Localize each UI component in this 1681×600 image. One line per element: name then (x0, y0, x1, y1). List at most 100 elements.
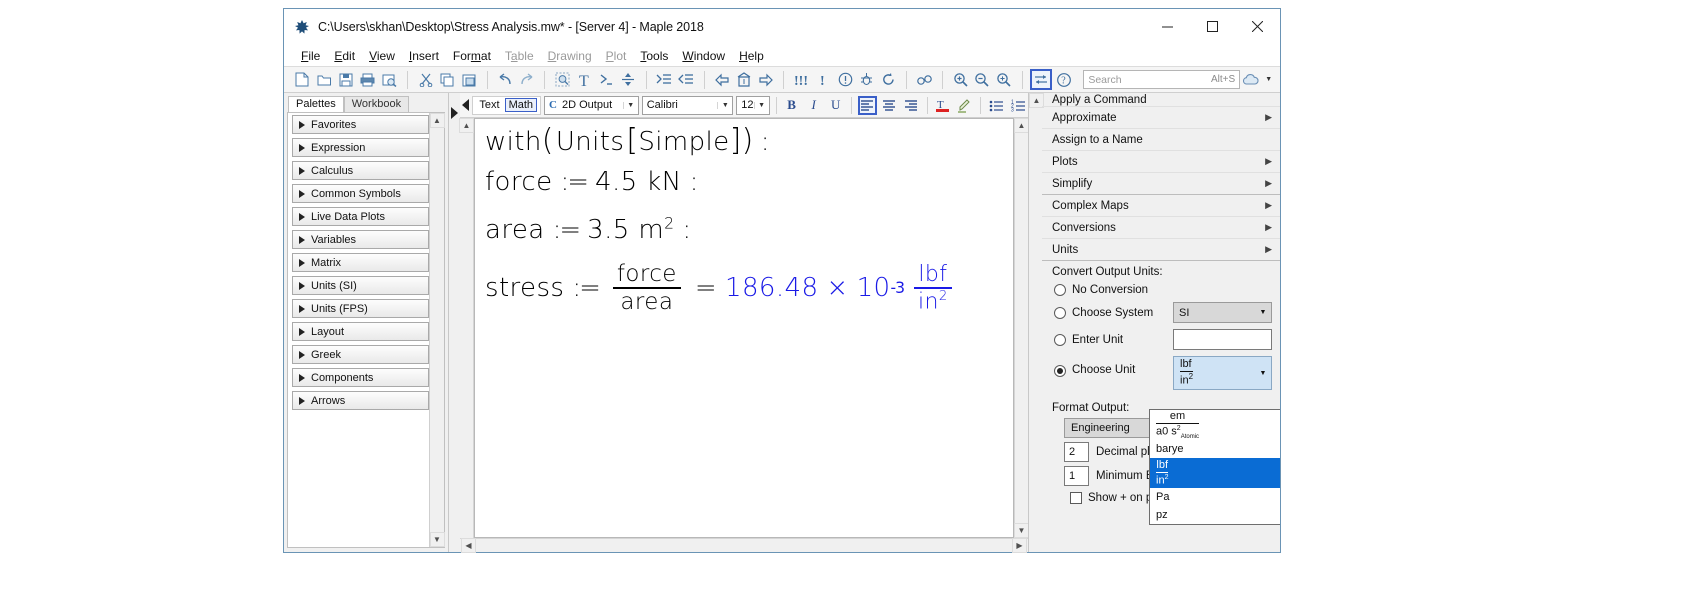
open-folder-icon[interactable] (314, 69, 335, 90)
system-combo[interactable]: SI ▼ (1173, 302, 1272, 323)
chevron-down-icon[interactable]: ▼ (1255, 309, 1271, 316)
palette-item-units-fps[interactable]: Units (FPS) (292, 299, 429, 318)
worksheet-canvas[interactable]: with(Units[Simple]): force:=4.5 kN: area… (474, 118, 1014, 538)
math-mode-icon[interactable] (596, 69, 617, 90)
outdent-icon[interactable] (676, 69, 697, 90)
chevron-down-icon[interactable]: ▼ (717, 102, 732, 109)
palette-item-expression[interactable]: Expression (292, 138, 429, 157)
home-icon[interactable] (733, 69, 754, 90)
document-horizontal-scrollbar[interactable]: ◀ ▶ (460, 538, 1028, 552)
context-item-approximate[interactable]: Approximate ▶ (1042, 107, 1280, 129)
scroll-right-icon[interactable]: ▶ (1012, 538, 1027, 553)
radio-row-choose-system[interactable]: Choose System SI ▼ (1042, 299, 1280, 326)
context-item-conversions[interactable]: Conversions ▶ (1042, 217, 1280, 239)
left-splitter[interactable] (449, 93, 460, 552)
paste-icon[interactable] (459, 69, 480, 90)
align-center-icon[interactable] (880, 96, 899, 115)
debug-icon[interactable] (857, 69, 878, 90)
toggle-panel-icon[interactable] (1030, 69, 1053, 90)
restart-server-icon[interactable] (878, 69, 899, 90)
font-combo[interactable]: Calibri ▼ (642, 96, 734, 115)
decimal-places-input[interactable]: 2 (1064, 442, 1089, 462)
context-item-assign-to-a-name[interactable]: Assign to a Name (1042, 129, 1280, 151)
radio-choose-system[interactable] (1054, 307, 1066, 319)
collapse-triangle-icon[interactable] (462, 99, 469, 111)
text-color-icon[interactable]: T (933, 96, 952, 115)
print-preview-icon[interactable] (379, 69, 400, 90)
palette-item-components[interactable]: Components (292, 368, 429, 387)
menu-insert[interactable]: Insert (402, 49, 446, 63)
zoom-out-icon[interactable] (972, 69, 993, 90)
execute-icon[interactable]: ! (813, 69, 834, 90)
underline-button[interactable]: U (826, 96, 845, 115)
context-item-units[interactable]: Units ▶ (1042, 239, 1280, 261)
text-mode-icon[interactable]: T (574, 69, 595, 90)
non-executable-math-icon[interactable] (618, 69, 639, 90)
gutter-scroll-up-icon[interactable]: ▲ (459, 118, 474, 133)
menu-window[interactable]: Window (675, 49, 732, 63)
help-question-icon[interactable]: ? (1053, 69, 1074, 90)
menu-format[interactable]: Format (446, 49, 498, 63)
radio-no-conversion[interactable] (1054, 284, 1066, 296)
dropdown-option-barye[interactable]: barye (1150, 440, 1280, 458)
menu-tools[interactable]: Tools (633, 49, 675, 63)
scroll-down-icon[interactable]: ▼ (430, 532, 445, 547)
redo-arrow-icon[interactable] (517, 69, 538, 90)
math-mode-button[interactable]: Math (505, 98, 537, 112)
chevron-down-icon[interactable]: ▼ (1255, 370, 1271, 377)
menu-help[interactable]: Help (732, 49, 771, 63)
context-panel-scrollbar[interactable]: ▲ (1029, 93, 1042, 552)
maximize-button[interactable] (1190, 9, 1235, 45)
math-line-force[interactable]: force:=4.5 kN: (485, 167, 699, 197)
insert-plot-icon[interactable] (552, 69, 573, 90)
palette-item-variables[interactable]: Variables (292, 230, 429, 249)
minimum-exponent-input[interactable]: 1 (1064, 466, 1089, 486)
context-item-apply-a-command[interactable]: Apply a Command (1042, 93, 1280, 107)
execute-all-icon[interactable]: !!! (791, 69, 812, 90)
dropdown-option-pa[interactable]: Pa (1150, 488, 1280, 506)
palettes-scrollbar[interactable]: ▲ ▼ (429, 113, 444, 547)
splitter-expand-icon[interactable] (451, 107, 458, 119)
zoom-reset-icon[interactable] (994, 69, 1015, 90)
palette-item-matrix[interactable]: Matrix (292, 253, 429, 272)
hyperlink-icon[interactable] (914, 69, 935, 90)
show-plus-checkbox[interactable] (1070, 492, 1082, 504)
dropdown-option-em-a0s2atomic[interactable]: em a0 s2Atomic (1150, 410, 1280, 440)
save-icon[interactable] (336, 69, 357, 90)
tab-workbook[interactable]: Workbook (344, 96, 409, 112)
chevron-down-icon[interactable]: ▼ (623, 102, 638, 109)
cut-scissors-icon[interactable] (415, 69, 436, 90)
palette-item-favorites[interactable]: Favorites (292, 115, 429, 134)
close-button[interactable] (1235, 9, 1280, 45)
radio-row-enter-unit[interactable]: Enter Unit (1042, 326, 1280, 353)
unit-dropdown-list[interactable]: em a0 s2Atomic barye lbf (1149, 409, 1280, 525)
chevron-down-icon[interactable]: ▼ (754, 102, 769, 109)
math-line-stress[interactable]: stress := force area = 186.48 × 10 -3 (485, 262, 958, 314)
cloud-icon[interactable]: ▼ (1241, 73, 1272, 87)
numbered-list-icon[interactable]: 123 (1009, 96, 1028, 115)
interrupt-icon[interactable] (835, 69, 856, 90)
menu-file[interactable]: File (294, 49, 327, 63)
palette-item-units-si[interactable]: Units (SI) (292, 276, 429, 295)
radio-row-choose-unit[interactable]: Choose Unit lbf in2 ▼ (1042, 353, 1280, 393)
context-item-complex-maps[interactable]: Complex Maps ▶ (1042, 195, 1280, 217)
palette-item-arrows[interactable]: Arrows (292, 391, 429, 410)
bullet-list-icon[interactable] (987, 96, 1006, 115)
scroll-up-icon[interactable]: ▲ (430, 113, 445, 128)
context-item-plots[interactable]: Plots ▶ (1042, 151, 1280, 173)
radio-choose-unit[interactable] (1054, 365, 1066, 377)
scroll-left-icon[interactable]: ◀ (461, 538, 476, 553)
math-line-with-units[interactable]: with(Units[Simple]): (485, 123, 770, 158)
bold-button[interactable]: B (782, 96, 801, 115)
choose-unit-combo[interactable]: lbf in2 ▼ (1173, 356, 1272, 390)
back-arrow-icon[interactable] (712, 69, 733, 90)
math-line-area[interactable]: area:=3.5 m2: (485, 214, 692, 245)
scroll-up-icon[interactable]: ▲ (1014, 118, 1029, 133)
radio-enter-unit[interactable] (1054, 334, 1066, 346)
palette-item-calculus[interactable]: Calculus (292, 161, 429, 180)
text-mode-button[interactable]: Text (476, 99, 502, 111)
dropdown-option-lbf-per-in2[interactable]: lbf in2 (1150, 458, 1280, 488)
search-input[interactable]: Search Alt+S (1083, 70, 1240, 89)
palette-item-greek[interactable]: Greek (292, 345, 429, 364)
print-icon[interactable] (358, 69, 379, 90)
